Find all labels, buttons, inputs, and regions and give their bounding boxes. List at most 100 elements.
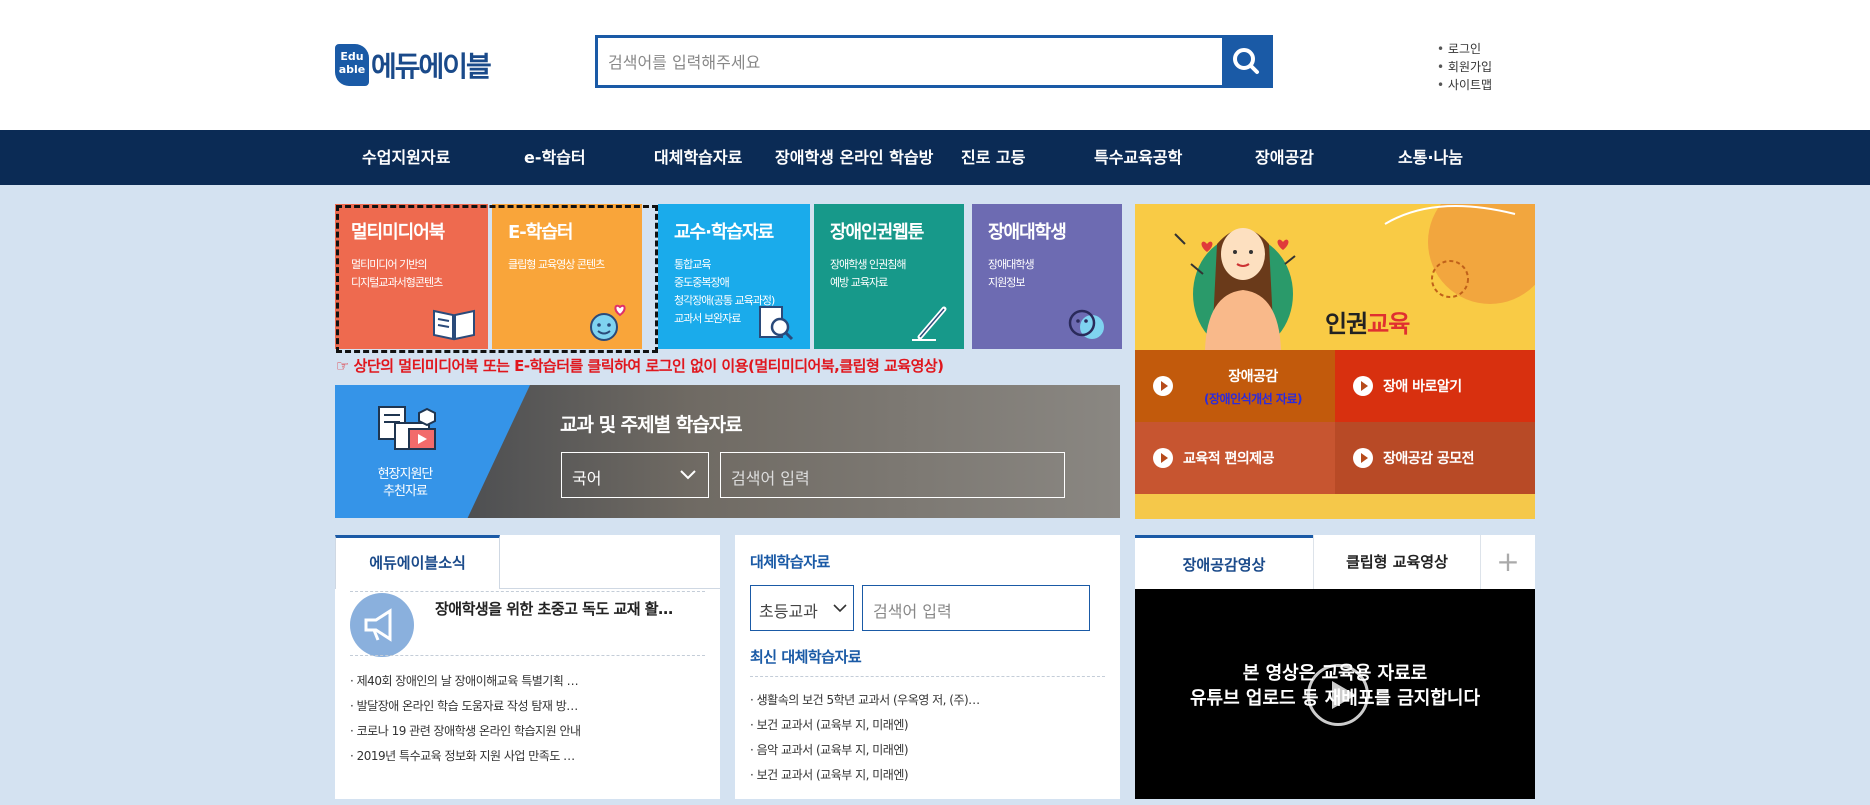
login-link[interactable]: 로그인 [1437,40,1492,58]
arrow-right-icon [1153,376,1173,396]
smiley-heart-icon [590,304,626,341]
contest-button[interactable]: 장애공감 공모전 [1335,422,1535,494]
accommodation-button[interactable]: 교육적 편의제공 [1135,422,1335,494]
empathy-title: 장애공감 [1228,368,1278,385]
alt-search-input[interactable]: 검색어 입력 [862,585,1090,631]
recommend-label-line: 추천자료 [383,484,428,499]
tile-multimedia-book[interactable]: 멀티미디어북 멀티미디어 기반의 디지털교과서형콘텐츠 [335,204,488,349]
promo-title-b: 교육 [1367,310,1410,338]
video-panel: 장애공감영상 클립형 교육영상 + 본 영상은 교육용 자료로 유튜브 업로드 … [1135,535,1535,799]
grade-select[interactable]: 초등교과 [750,585,854,631]
tile-rights-webtoon[interactable]: 장애인권웹툰 장애학생 인권침해 예방 교육자료 [814,204,964,349]
empathy-button[interactable]: 장애공감 (장애인식개선 자료) [1135,350,1335,422]
nav-career[interactable]: 진로 고등 [961,130,1025,185]
nav-special-edtech[interactable]: 특수교육공학 [1094,130,1182,185]
alt-materials-panel: 대체학습자료 초등교과 검색어 입력 최신 대체학습자료 생활속의 보건 5학년… [735,535,1120,799]
nav-online-room[interactable]: 장애학생 온라인 학습방 [775,130,933,185]
book-icon [433,309,475,341]
list-item[interactable]: 보건 교과서 (교육부 지, 미래엔) [750,763,980,788]
logo-text: 에듀에이블 [371,50,492,83]
tile-desc: 디지털교과서형콘텐츠 [351,276,443,289]
recommend-title: 교과 및 주제별 학습자료 [560,414,743,436]
play-icon[interactable] [1307,664,1369,726]
know-disability-button[interactable]: 장애 바로알기 [1335,350,1535,422]
video-player[interactable]: 본 영상은 교육용 자료로 유튜브 업로드 등 재배포를 금지합니다 [1135,589,1535,799]
site-header: Edu able 에듀에이블 로그인 회원가입 사이트맵 [0,0,1870,130]
sitemap-link[interactable]: 사이트맵 [1437,76,1492,94]
accommodation-label: 교육적 편의제공 [1183,451,1275,467]
tab-clip-video[interactable]: 클립형 교육영상 [1313,535,1481,589]
tile-desc: 장애학생 인권침해 [830,258,906,271]
arrow-right-icon [1353,376,1373,396]
list-item[interactable]: 생활속의 보건 5학년 교과서 (우옥영 저, (주)… [750,688,981,713]
recommend-label-line: 현장지원단 [377,467,434,482]
search-button[interactable] [1222,38,1270,85]
notice-text: ☞ 상단의 멀티미디어북 또는 E-학습터를 클릭하여 로그인 없이 이용(멀티… [336,357,944,375]
nav-disability-empathy[interactable]: 장애공감 [1255,130,1314,185]
utility-links: 로그인 회원가입 사이트맵 [1437,40,1492,94]
tile-desc: 멀티미디어 기반의 [351,258,427,271]
tile-title: 멀티미디어북 [351,222,445,243]
tab-news[interactable]: 에듀에이블소식 [335,535,500,589]
contest-label: 장애공감 공모전 [1383,451,1475,467]
tile-e-learning[interactable]: E-학습터 클립형 교육영상 콘텐츠 [492,204,642,349]
promo-banner[interactable]: 인권교육 [1135,204,1535,352]
faces-icon [1068,309,1104,339]
tile-title: 장애대학생 [988,222,1067,243]
arrow-right-icon [1153,448,1173,468]
empathy-label: 장애공감 (장애인식개선 자료) [1183,366,1323,407]
dotted-divider [750,676,1105,677]
dotted-divider [350,591,705,592]
tile-college-students[interactable]: 장애대학생 장애대학생 지원정보 [972,204,1122,349]
document-search-icon [759,306,794,341]
dotted-divider [350,655,705,656]
megaphone-icon [350,593,414,657]
nav-alt-learning[interactable]: 대체학습자료 [654,130,742,185]
tile-desc: 클립형 교육영상 콘텐츠 [508,258,605,271]
site-logo[interactable]: Edu able 에듀에이블 [335,44,492,86]
recommend-label: 현장지원단 추천자료 [355,466,455,500]
list-item[interactable]: 발달장애 온라인 학습 도움자료 작성 탐재 방… [350,694,581,719]
news-headline[interactable]: 장애학생을 위한 초중고 독도 교재 활… [435,598,673,619]
chevron-down-icon [833,604,847,613]
nav-e-learning[interactable]: e-학습터 [524,130,586,185]
tile-title: E-학습터 [508,222,573,243]
alt-subtitle: 최신 대체학습자료 [750,648,862,666]
tab-empathy-video[interactable]: 장애공감영상 [1135,535,1313,589]
promo-title-a: 인권 [1325,310,1368,338]
tile-teaching-materials[interactable]: 교수·학습자료 통합교육 중도중복장애 청각장애(공통 교육과정) 교과서 보완… [658,204,810,349]
tile-desc: 예방 교육자료 [830,276,888,289]
list-item[interactable]: 제40회 장애인의 날 장애이해교육 특별기획 … [350,669,581,694]
subject-select[interactable]: 국어 [561,452,709,498]
tab-divider [500,588,720,589]
tile-desc: 통합교육 [674,258,711,271]
news-panel: 에듀에이블소식 장애학생을 위한 초중고 독도 교재 활… 제40회 장애인의 … [335,535,720,799]
tile-title: 교수·학습자료 [674,222,774,243]
list-item[interactable]: 음악 교과서 (교육부 지, 미래엔) [750,738,980,763]
chevron-down-icon [680,470,696,480]
list-item[interactable]: 코로나 19 관련 장애학생 온라인 학습지원 안내 [350,719,581,744]
know-disability-label: 장애 바로알기 [1383,379,1462,395]
search-input[interactable] [608,46,1208,78]
tile-desc: 지원정보 [988,276,1025,289]
signup-link[interactable]: 회원가입 [1437,58,1492,76]
nav-communication[interactable]: 소통·나눔 [1398,130,1463,185]
tile-desc: 중도중복장애 [674,276,730,289]
rights-education-promo: 인권교육 장애공감 (장애인식개선 자료) 장애 바로알기 교육적 편의제공 장… [1135,204,1535,519]
video-document-icon [378,406,436,450]
grade-select-value: 초등교과 [759,602,818,621]
more-icon[interactable]: + [1481,535,1535,589]
list-item[interactable]: 2019년 특수교육 정보화 지원 사업 만족도 … [350,744,581,769]
list-item[interactable]: 보건 교과서 (교육부 지, 미래엔) [750,713,980,738]
search-icon [1233,48,1259,74]
arrow-right-icon [1353,448,1373,468]
recommend-search-input[interactable]: 검색어 입력 [720,452,1065,498]
pen-icon [912,306,947,341]
promo-title: 인권교육 [1325,304,1410,339]
subject-select-value: 국어 [572,469,602,488]
alt-title[interactable]: 대체학습자료 [750,551,830,572]
nav-class-support[interactable]: 수업지원자료 [362,130,450,185]
tile-title: 장애인권웹툰 [830,222,924,243]
news-list: 제40회 장애인의 날 장애이해교육 특별기획 … 발달장애 온라인 학습 도움… [350,669,581,769]
empathy-sub: (장애인식개선 자료) [1204,391,1302,406]
